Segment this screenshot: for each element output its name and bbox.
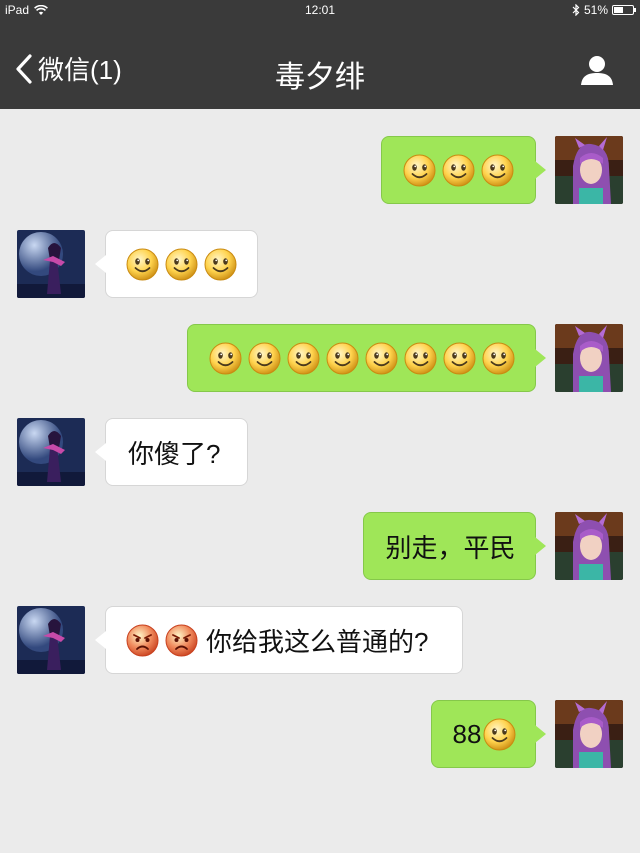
smiley-face-icon: [209, 342, 242, 375]
smiley-face-icon: [443, 342, 476, 375]
battery-percent: 51%: [583, 3, 608, 17]
battery-icon: [612, 5, 636, 15]
angry-face-icon: [126, 624, 159, 657]
contact-avatar[interactable]: [17, 606, 85, 674]
person-icon: [581, 56, 613, 85]
bluetooth-icon: [572, 4, 580, 16]
message-bubble[interactable]: 你给我这么普通的?: [95, 606, 463, 674]
status-time: 12:01: [304, 3, 336, 17]
message-bubble[interactable]: [381, 136, 546, 204]
message-text: 你傻了?: [128, 438, 221, 469]
message-bubble[interactable]: 别走，平民: [363, 512, 546, 580]
message-text: 别走，平民: [385, 532, 516, 563]
smiley-face-icon: [482, 342, 515, 375]
nav-bar: 微信(1) 毒夕绯: [0, 20, 640, 109]
smiley-face-icon: [248, 342, 281, 375]
smiley-face-icon: [326, 342, 359, 375]
smiley-face-icon: [126, 248, 159, 281]
smiley-face-icon: [481, 154, 514, 187]
smiley-face-icon: [365, 342, 398, 375]
contact-avatar[interactable]: [17, 230, 85, 298]
angry-face-icon: [165, 624, 198, 657]
message-bubble[interactable]: 你傻了?: [95, 418, 248, 486]
profile-button[interactable]: [580, 54, 614, 91]
my-avatar[interactable]: [555, 512, 623, 580]
chat-area[interactable]: 你傻了? 别走，平民 你给我这么普通的? 88: [0, 109, 640, 853]
smiley-face-icon: [403, 154, 436, 187]
message-bubble[interactable]: 88: [431, 700, 546, 768]
smiley-face-icon: [204, 248, 237, 281]
smiley-face-icon: [404, 342, 437, 375]
message-text: 你给我这么普通的?: [206, 626, 429, 657]
smiley-face-icon: [287, 342, 320, 375]
my-avatar[interactable]: [555, 324, 623, 392]
smiley-face-icon: [483, 718, 516, 751]
my-avatar[interactable]: [555, 136, 623, 204]
chat-title: 毒夕绯: [275, 61, 365, 94]
my-avatar[interactable]: [555, 700, 623, 768]
message-bubble[interactable]: [95, 230, 258, 298]
smiley-face-icon: [165, 248, 198, 281]
contact-avatar[interactable]: [17, 418, 85, 486]
message-bubble[interactable]: [187, 324, 546, 392]
smiley-face-icon: [442, 154, 475, 187]
message-text: 88: [452, 718, 482, 749]
status-bar: iPad 12:01 51%: [0, 0, 640, 20]
